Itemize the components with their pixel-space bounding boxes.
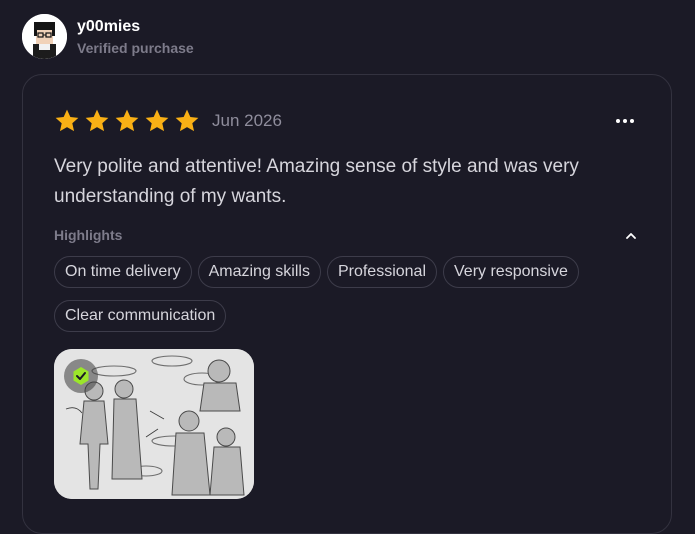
review-date: Jun 2026 (212, 111, 282, 130)
review-image-thumbnail[interactable] (54, 349, 254, 499)
verified-check-icon (73, 367, 89, 385)
highlight-tags: On time delivery Amazing skills Professi… (54, 256, 654, 332)
star-icon (85, 109, 109, 132)
more-horizontal-icon (616, 119, 620, 123)
highlight-tag: Professional (326, 256, 437, 288)
verified-badge (64, 359, 98, 393)
star-icon (55, 109, 79, 132)
reviewer-header: y00mies Verified purchase (22, 14, 194, 59)
highlight-tag: Very responsive (443, 256, 579, 288)
highlight-tag: Clear communication (54, 300, 227, 332)
highlights-label: Highlights (54, 227, 123, 243)
star-icon (175, 109, 199, 132)
rating-row: Jun 2026 (54, 108, 282, 134)
more-options-button[interactable] (613, 111, 637, 131)
review-card: Jun 2026 Very polite and attentive! Amaz… (22, 74, 672, 534)
star-icon (115, 109, 139, 132)
highlight-tag: On time delivery (54, 256, 192, 288)
avatar[interactable] (22, 14, 67, 59)
highlight-tag: Amazing skills (197, 256, 321, 288)
username[interactable]: y00mies (77, 17, 194, 37)
chevron-up-icon[interactable] (623, 228, 639, 244)
avatar-illustration (22, 14, 67, 59)
review-text: Very polite and attentive! Amazing sense… (54, 156, 579, 207)
star-icon (145, 109, 169, 132)
more-horizontal-icon (630, 119, 634, 123)
more-horizontal-icon (623, 119, 627, 123)
star-rating (54, 108, 200, 134)
verified-purchase-label: Verified purchase (77, 39, 194, 56)
